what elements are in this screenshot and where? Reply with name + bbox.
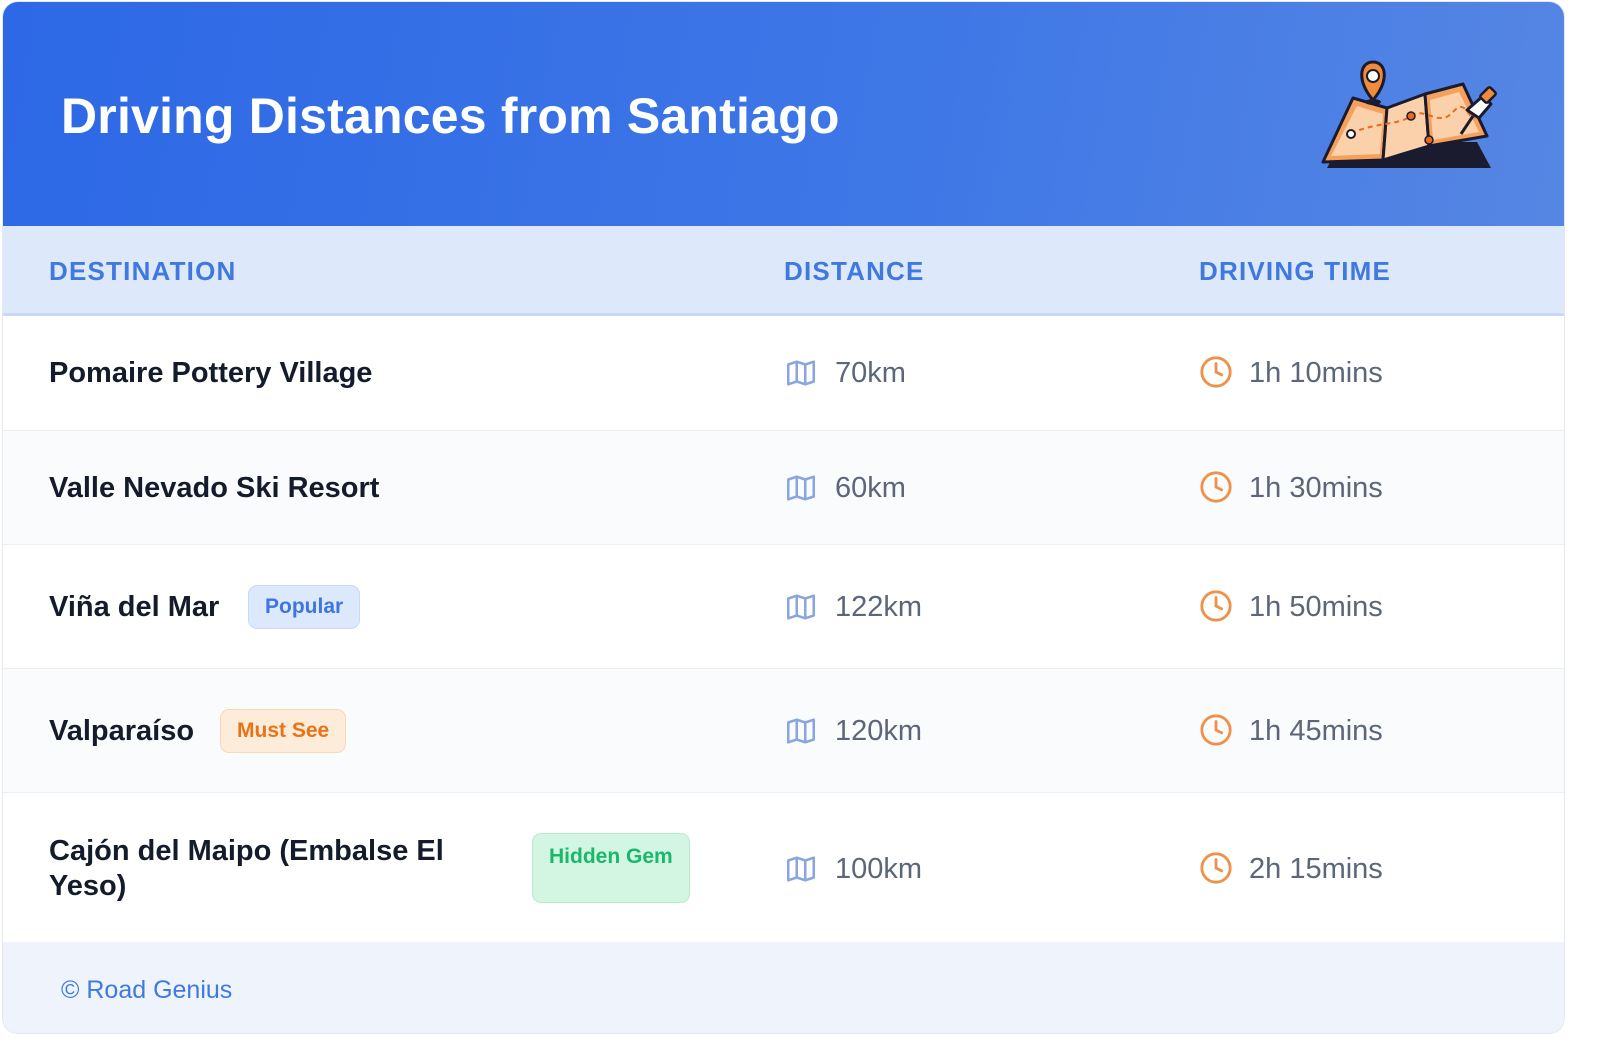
column-header-destination: DESTINATION xyxy=(49,256,237,286)
map-icon xyxy=(786,594,816,620)
distance-value: 60km xyxy=(835,472,906,504)
destination-name: Pomaire Pottery Village xyxy=(49,357,373,389)
table-row: Viña del Mar Popular 122km 1h 50mins xyxy=(3,545,1564,669)
clock-icon xyxy=(1200,471,1232,503)
distance-value: 120km xyxy=(835,715,923,747)
destination-name: Cajón del Maipo (Embalse El Yeso) xyxy=(49,835,444,902)
page-title: Driving Distances from Santiago xyxy=(61,88,840,144)
driving-time-value: 1h 50mins xyxy=(1249,591,1383,623)
table-header: DESTINATION DISTANCE DRIVING TIME xyxy=(3,226,1564,316)
map-icon xyxy=(786,718,816,744)
popular-badge: Popular xyxy=(248,585,361,629)
footer: © Road Genius xyxy=(3,942,1564,1033)
driving-time-value: 1h 30mins xyxy=(1249,472,1383,504)
distance-value: 100km xyxy=(835,853,923,885)
destination-name: Valle Nevado Ski Resort xyxy=(49,472,380,504)
clock-icon xyxy=(1200,590,1232,622)
table-row: Valparaíso Must See 120km 1h 45mins xyxy=(3,669,1564,793)
header: Driving Distances from Santiago xyxy=(3,2,1564,226)
map-icon xyxy=(786,360,816,386)
column-header-distance: DISTANCE xyxy=(784,256,925,286)
hidden-gem-badge: Hidden Gem xyxy=(532,833,690,903)
clock-icon xyxy=(1200,714,1232,746)
table-row: Cajón del Maipo (Embalse El Yeso) Hidden… xyxy=(3,793,1564,942)
table-row: Valle Nevado Ski Resort 60km 1h 30mins xyxy=(3,431,1564,545)
distance-table-card: Driving Distances from Santiago DESTINAT… xyxy=(2,1,1565,1034)
destination-name: Viña del Mar xyxy=(49,591,220,623)
driving-time-value: 1h 10mins xyxy=(1249,357,1383,389)
distance-value: 122km xyxy=(835,591,923,623)
map-icon xyxy=(786,475,816,501)
driving-time-value: 2h 15mins xyxy=(1249,853,1383,885)
distance-value: 70km xyxy=(835,357,906,389)
clock-icon xyxy=(1200,356,1232,388)
table-row: Pomaire Pottery Village 70km 1h 10mins xyxy=(3,316,1564,431)
clock-icon xyxy=(1200,852,1232,884)
map-icon xyxy=(786,856,816,882)
column-header-driving-time: DRIVING TIME xyxy=(1199,256,1392,286)
must-see-badge: Must See xyxy=(220,709,347,753)
destination-name: Valparaíso xyxy=(49,715,195,747)
footer-credit: © Road Genius xyxy=(61,976,233,1004)
driving-time-value: 1h 45mins xyxy=(1249,715,1383,747)
folded-map-with-pins-icon xyxy=(1321,60,1497,168)
